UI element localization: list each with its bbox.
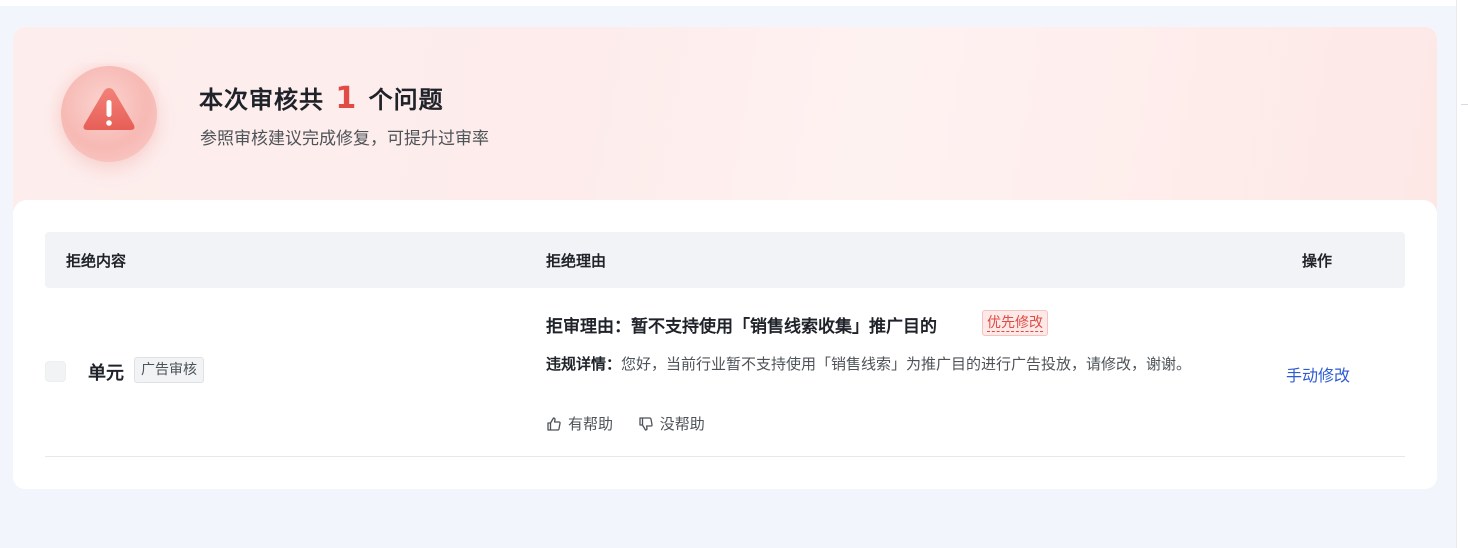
detail-label: 违规详情： [546,355,622,373]
content-tag: 广告审核 [134,357,204,383]
right-scroll-edge [1456,0,1468,548]
review-result-card: 本次审核共 1 个问题 参照审核建议完成修复，可提升过审率 拒绝内容 拒绝理由 … [13,27,1437,489]
table-row: 单元 广告审核 拒审理由：暂不支持使用「销售线索收集」推广目的 优先修改 违规详… [45,288,1405,457]
content-label: 单元 [88,363,124,384]
summary-title: 本次审核共 1 个问题 [199,82,444,117]
thumbs-up-icon [547,416,561,431]
priority-tag[interactable]: 优先修改 [982,310,1048,336]
warning-badge [49,63,159,163]
summary-banner: 本次审核共 1 个问题 参照审核建议完成修复，可提升过审率 [13,27,1437,217]
thumbs-down-icon [639,416,653,431]
table-header: 拒绝内容 拒绝理由 操作 [45,232,1405,288]
top-strip [0,0,1456,6]
title-suffix: 个问题 [368,86,444,114]
title-prefix: 本次审核共 [199,86,324,114]
not-helpful-button[interactable]: 没帮助 [638,413,705,434]
reason-title: 拒审理由：暂不支持使用「销售线索收集」推广目的 [546,317,937,337]
edge-tick [1461,104,1468,105]
helpful-label: 有帮助 [568,415,614,433]
priority-tag-label: 优先修改 [987,315,1043,332]
summary-subtitle: 参照审核建议完成修复，可提升过审率 [200,129,489,149]
not-helpful-label: 没帮助 [659,415,705,433]
header-reason: 拒绝理由 [546,252,607,270]
warning-icon [83,88,135,130]
header-action: 操作 [1302,252,1333,270]
issue-count: 1 [335,81,358,116]
manual-edit-link[interactable]: 手动修改 [1286,362,1350,386]
feedback-bar: 有帮助 没帮助 [546,413,725,436]
helpful-button[interactable]: 有帮助 [546,413,613,434]
detail-text: 您好，当前行业暂不支持使用「销售线索」为推广目的进行广告投放，请修改，谢谢。 [621,355,1192,373]
row-checkbox[interactable] [45,361,66,382]
violation-detail: 违规详情：您好，当前行业暂不支持使用「销售线索」为推广目的进行广告投放，请修改，… [546,353,1226,375]
header-content: 拒绝内容 [66,252,127,270]
